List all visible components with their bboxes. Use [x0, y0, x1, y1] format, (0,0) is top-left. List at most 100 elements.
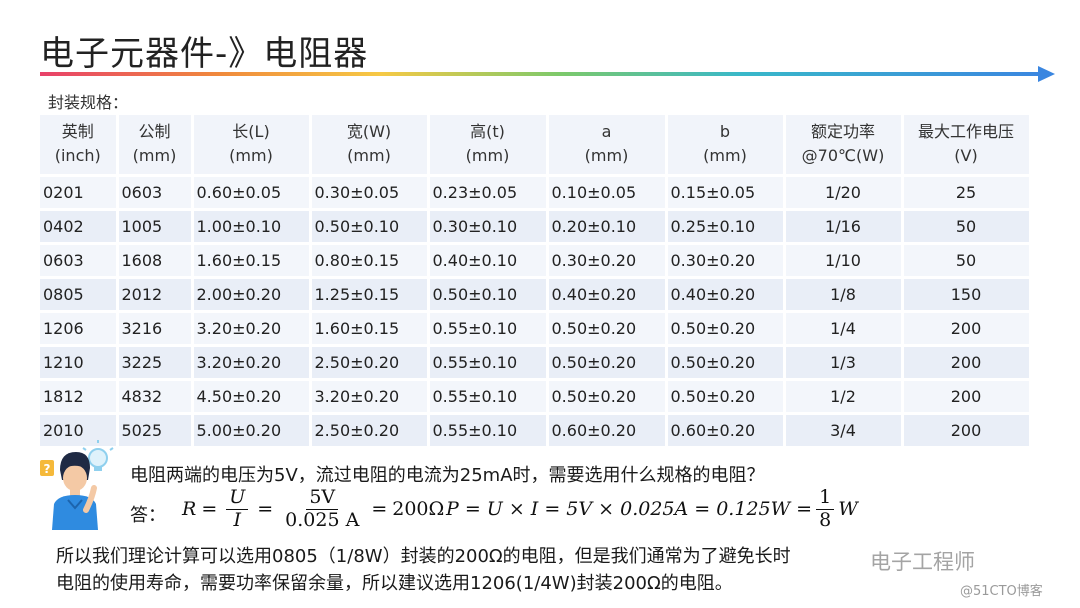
- formula-resistance: R = U I = 5V 0.025 A = 200Ω: [182, 487, 445, 531]
- formula-power: P = U × I = 5V × 0.025A = 0.125W = 1 8 W: [446, 487, 858, 531]
- table-cell: 1812: [40, 379, 119, 415]
- table-cell: 0.30±0.20: [666, 243, 786, 279]
- table-cell: 0.60±0.05: [192, 175, 312, 211]
- header-inch: 英制 (inch): [40, 115, 119, 177]
- table-cell: 4832: [117, 379, 194, 415]
- table-cell: 1.25±0.15: [310, 277, 430, 313]
- fraction-numerator: U: [226, 487, 249, 510]
- thinking-person-lightbulb-icon: ?: [40, 440, 114, 530]
- table-cell: 0.23±0.05: [428, 175, 549, 211]
- table-header-row: 英制 (inch) 公制 (mm) 长(L) (mm) 宽(W) (mm) 高(t) (m…: [40, 115, 1032, 177]
- table-cell: 200: [902, 413, 1032, 449]
- table-cell: 0.60±0.20: [547, 413, 668, 449]
- header-height: 高(t) (mm): [428, 115, 549, 177]
- table-cell: 1/10: [784, 243, 904, 279]
- watermark-site: @51CTO博客: [960, 584, 1043, 599]
- formula-result: 200Ω: [392, 498, 445, 521]
- table-cell: 3216: [117, 311, 194, 347]
- table-cell: 50: [902, 209, 1032, 245]
- table-cell: 3.20±0.20: [192, 311, 312, 347]
- table-cell: 0.55±0.10: [428, 379, 549, 415]
- svg-text:?: ?: [44, 462, 51, 476]
- table-cell: 0.50±0.20: [547, 311, 668, 347]
- table-row: 0402 1005 1.00±0.10 0.50±0.10 0.30±0.10 …: [40, 209, 1032, 245]
- table-cell: 1/8: [784, 277, 904, 313]
- table-cell: 0.55±0.10: [428, 311, 549, 347]
- table-cell: 0.30±0.20: [547, 243, 668, 279]
- table-cell: 0.25±0.10: [666, 209, 786, 245]
- table-row: 1812 4832 4.50±0.20 3.20±0.20 0.55±0.10 …: [40, 379, 1032, 415]
- header-length: 长(L) (mm): [192, 115, 312, 177]
- fraction-denominator: I: [233, 508, 241, 531]
- title-gradient-rule: [40, 72, 1042, 76]
- table-cell: 1608: [117, 243, 194, 279]
- table-cell: 0.40±0.10: [428, 243, 549, 279]
- resistor-package-table: 英制 (inch) 公制 (mm) 长(L) (mm) 宽(W) (mm) 高(t) (m…: [40, 115, 1032, 449]
- table-cell: 0.50±0.10: [428, 277, 549, 313]
- table-cell: 0.40±0.20: [547, 277, 668, 313]
- watermark: 电子工程师: [870, 550, 975, 574]
- table-cell: 0.30±0.10: [428, 209, 549, 245]
- header-width: 宽(W) (mm): [310, 115, 430, 177]
- table-row: 2010 5025 5.00±0.20 2.50±0.20 0.55±0.10 …: [40, 413, 1032, 449]
- formula-unit: W: [838, 498, 858, 521]
- table-cell: 2.50±0.20: [310, 413, 430, 449]
- question-text: 电阻两端的电压为5V，流过电阻的电流为25mA时，需要选用什么规格的电阻？: [130, 465, 765, 486]
- table-cell: 2012: [117, 277, 194, 313]
- answer-label: 答：: [130, 505, 166, 526]
- table-cell: 1/2: [784, 379, 904, 415]
- fraction-numerator: 5V: [306, 487, 339, 510]
- table-cell: 0.30±0.05: [310, 175, 430, 211]
- fraction-numerator: 1: [816, 487, 835, 510]
- table-cell: 0.80±0.15: [310, 243, 430, 279]
- table-cell: 3.20±0.20: [310, 379, 430, 415]
- table-cell: 0.50±0.20: [547, 379, 668, 415]
- formula-fraction-eighth: 1 8: [816, 487, 835, 531]
- table-cell: 0.55±0.10: [428, 345, 549, 381]
- table-cell: 0603: [40, 243, 119, 279]
- table-cell: 3.20±0.20: [192, 345, 312, 381]
- table-row: 1210 3225 3.20±0.20 2.50±0.20 0.55±0.10 …: [40, 345, 1032, 381]
- table-cell: 5025: [117, 413, 194, 449]
- header-rated-power: 额定功率 @70℃(W): [784, 115, 904, 177]
- table-cell: 0201: [40, 175, 119, 211]
- table-cell: 200: [902, 345, 1032, 381]
- table-cell: 0.50±0.10: [310, 209, 430, 245]
- page-title: 电子元器件-》电阻器: [40, 34, 369, 74]
- table-cell: 0.40±0.20: [666, 277, 786, 313]
- table-row: 0603 1608 1.60±0.15 0.80±0.15 0.40±0.10 …: [40, 243, 1032, 279]
- table-cell: 50: [902, 243, 1032, 279]
- table-cell: 1005: [117, 209, 194, 245]
- table-cell: 0.50±0.20: [666, 379, 786, 415]
- section-label: 封装规格：: [48, 93, 129, 112]
- table-cell: 0402: [40, 209, 119, 245]
- table-cell: 0.50±0.20: [666, 345, 786, 381]
- table-cell: 1.60±0.15: [310, 311, 430, 347]
- table-row: 1206 3216 3.20±0.20 1.60±0.15 0.55±0.10 …: [40, 311, 1032, 347]
- table-cell: 0603: [117, 175, 194, 211]
- formula-equals: =: [201, 498, 218, 521]
- table-cell: 1.60±0.15: [192, 243, 312, 279]
- header-a: a (mm): [547, 115, 668, 177]
- header-max-voltage: 最大工作电压 (V): [902, 115, 1032, 177]
- table-cell: 0805: [40, 277, 119, 313]
- table-row: 0805 2012 2.00±0.20 1.25±0.15 0.50±0.10 …: [40, 277, 1032, 313]
- table-cell: 0.55±0.10: [428, 413, 549, 449]
- formula-equals: =: [257, 498, 274, 521]
- table-cell: 1.00±0.10: [192, 209, 312, 245]
- table-cell: 2.50±0.20: [310, 345, 430, 381]
- table-cell: 0.60±0.20: [666, 413, 786, 449]
- table-cell: 0.20±0.10: [547, 209, 668, 245]
- table-cell: 1206: [40, 311, 119, 347]
- table-cell: 0.15±0.05: [666, 175, 786, 211]
- table-cell: 0.50±0.20: [666, 311, 786, 347]
- formula-fraction-values: 5V 0.025 A: [282, 487, 362, 531]
- conclusion-line-2: 电阻的使用寿命，需要功率保留余量，所以建议选用1206(1/4W)封装200Ω的…: [56, 573, 733, 594]
- table-cell: 1/16: [784, 209, 904, 245]
- formula-power-expression: P = U × I = 5V × 0.025A = 0.125W =: [446, 498, 813, 521]
- table-cell: 3/4: [784, 413, 904, 449]
- table-cell: 200: [902, 311, 1032, 347]
- table-cell: 0.10±0.05: [547, 175, 668, 211]
- table-cell: 0.50±0.20: [547, 345, 668, 381]
- table-cell: 1/4: [784, 311, 904, 347]
